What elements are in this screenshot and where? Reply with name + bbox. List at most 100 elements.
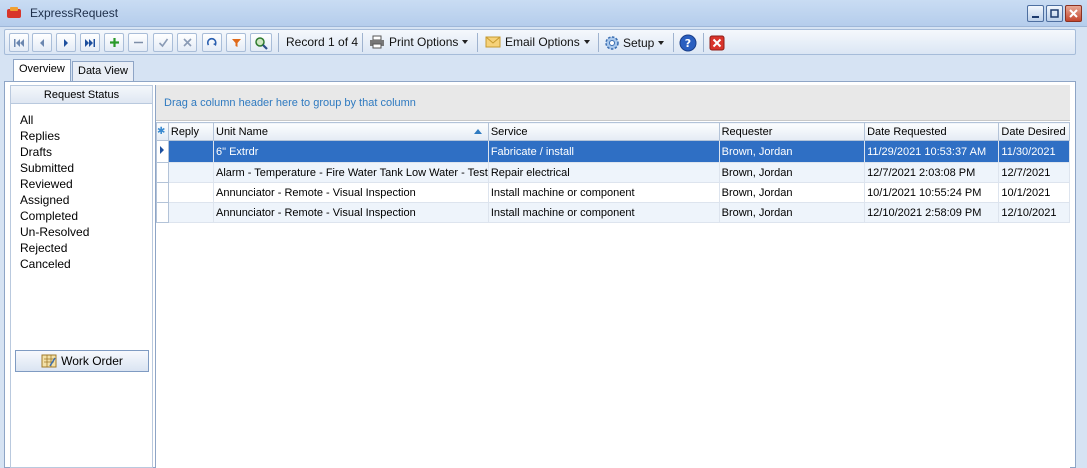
request-status-panel: Request Status All Replies Drafts Submit… <box>10 85 153 468</box>
filter-button[interactable] <box>226 33 246 52</box>
status-item-assigned[interactable]: Assigned <box>20 192 152 208</box>
row-indicator[interactable] <box>156 162 169 183</box>
add-record-button[interactable] <box>104 33 124 52</box>
title-bar: ExpressRequest <box>0 0 1087 27</box>
cell-date-requested[interactable]: 10/1/2021 10:55:24 PM <box>864 182 1000 203</box>
status-item-submitted[interactable]: Submitted <box>20 160 152 176</box>
cell-unit-name[interactable]: Alarm - Temperature - Fire Water Tank Lo… <box>213 162 489 183</box>
status-item-drafts[interactable]: Drafts <box>20 144 152 160</box>
cell-date-requested[interactable]: 12/10/2021 2:58:09 PM <box>864 202 1000 223</box>
row-indicator-header[interactable]: ✱ <box>156 122 169 141</box>
status-item-replies[interactable]: Replies <box>20 128 152 144</box>
cell-requester[interactable]: Brown, Jordan <box>719 140 866 163</box>
row-indicator[interactable] <box>156 202 169 223</box>
print-options-label: Print Options <box>389 35 459 49</box>
first-record-button[interactable] <box>9 33 29 52</box>
cell-date-requested[interactable]: 11/29/2021 10:53:37 AM <box>864 140 1000 163</box>
previous-icon <box>40 38 44 47</box>
setup-label: Setup <box>623 36 655 50</box>
print-options-menu[interactable]: Print Options <box>369 35 469 49</box>
column-header-date-requested[interactable]: Date Requested <box>864 122 1000 141</box>
work-order-icon <box>41 354 57 368</box>
column-header-unit-name[interactable]: Unit Name <box>213 122 489 141</box>
status-item-completed[interactable]: Completed <box>20 208 152 224</box>
toolbar-separator <box>362 33 363 52</box>
tab-overview[interactable]: Overview <box>13 59 71 81</box>
cell-requester[interactable]: Brown, Jordan <box>719 162 866 183</box>
search-button[interactable] <box>250 33 272 52</box>
table-row[interactable]: Annunciator - Remote - Visual Inspection… <box>156 182 1070 203</box>
column-header-requester[interactable]: Requester <box>718 122 866 141</box>
maximize-button[interactable] <box>1046 5 1063 22</box>
toolbar-separator <box>278 33 279 52</box>
cell-date-desired[interactable]: 11/30/2021 <box>998 140 1070 163</box>
status-item-canceled[interactable]: Canceled <box>20 256 152 272</box>
close-window-button[interactable] <box>1065 5 1082 22</box>
cell-date-desired[interactable]: 12/10/2021 <box>998 202 1070 223</box>
cell-date-desired[interactable]: 10/1/2021 <box>998 182 1070 203</box>
cell-reply[interactable] <box>168 202 215 223</box>
app-logo-icon <box>7 7 21 18</box>
toolbar-separator <box>703 33 704 52</box>
status-item-reviewed[interactable]: Reviewed <box>20 176 152 192</box>
help-button[interactable]: ? <box>678 33 698 52</box>
delete-record-button[interactable] <box>128 33 148 52</box>
email-options-label: Email Options <box>505 35 580 49</box>
sort-ascending-icon <box>473 129 482 134</box>
previous-record-button[interactable] <box>32 33 52 52</box>
cell-reply[interactable] <box>168 162 215 183</box>
cell-date-requested[interactable]: 12/7/2021 2:03:08 PM <box>864 162 1000 183</box>
cell-date-desired[interactable]: 12/7/2021 <box>998 162 1070 183</box>
refresh-icon <box>207 37 217 46</box>
cell-service[interactable]: Fabricate / install <box>488 140 720 163</box>
column-header-date-desired[interactable]: Date Desired <box>998 122 1070 141</box>
column-header-service[interactable]: Service <box>487 122 720 141</box>
row-indicator[interactable] <box>156 182 169 203</box>
setup-menu[interactable]: Setup <box>604 35 665 51</box>
status-list: All Replies Drafts Submitted Reviewed As… <box>11 104 152 272</box>
last-record-icon <box>85 38 95 47</box>
dropdown-caret-icon <box>583 40 590 44</box>
email-options-menu[interactable]: Email Options <box>485 35 590 49</box>
requests-table: ✱ Reply Unit Name Service Requester Date… <box>156 122 1070 223</box>
minus-icon <box>133 41 143 44</box>
record-counter: Record 1 of 4 <box>286 35 359 49</box>
refresh-button[interactable] <box>202 33 222 52</box>
group-by-panel[interactable]: Drag a column header here to group by th… <box>156 85 1070 121</box>
status-item-un-resolved[interactable]: Un-Resolved <box>20 224 152 240</box>
cell-service[interactable]: Install machine or component <box>488 182 720 203</box>
cell-unit-name[interactable]: Annunciator - Remote - Visual Inspection <box>213 182 489 203</box>
table-row[interactable]: Alarm - Temperature - Fire Water Tank Lo… <box>156 162 1070 183</box>
next-icon <box>64 38 68 47</box>
status-item-all[interactable]: All <box>20 112 152 128</box>
table-row[interactable]: Annunciator - Remote - Visual Inspection… <box>156 202 1070 223</box>
exit-icon <box>709 35 725 50</box>
window-title: ExpressRequest <box>30 6 119 20</box>
next-record-button[interactable] <box>56 33 76 52</box>
status-item-rejected[interactable]: Rejected <box>20 240 152 256</box>
save-record-button[interactable] <box>153 33 173 52</box>
cell-unit-name[interactable]: Annunciator - Remote - Visual Inspection <box>213 202 489 223</box>
minimize-button[interactable] <box>1027 5 1044 22</box>
last-record-button[interactable] <box>80 33 100 52</box>
column-header-reply[interactable]: Reply <box>167 122 215 141</box>
exit-button[interactable] <box>707 33 727 52</box>
cell-reply[interactable] <box>168 140 215 163</box>
current-row-arrow-icon <box>160 146 164 154</box>
cell-reply[interactable] <box>168 182 215 203</box>
work-order-button[interactable]: Work Order <box>15 350 149 372</box>
minimize-icon <box>1032 16 1039 18</box>
cancel-edit-button[interactable] <box>177 33 197 52</box>
work-order-label: Work Order <box>61 354 123 368</box>
search-icon <box>255 36 268 50</box>
cell-service[interactable]: Install machine or component <box>488 202 720 223</box>
row-indicator[interactable] <box>156 140 169 163</box>
request-status-header: Request Status <box>11 86 152 104</box>
cell-requester[interactable]: Brown, Jordan <box>719 202 866 223</box>
cell-requester[interactable]: Brown, Jordan <box>719 182 866 203</box>
cell-unit-name[interactable]: 6" Extrdr <box>213 140 489 163</box>
table-row[interactable]: 6" Extrdr Fabricate / install Brown, Jor… <box>156 140 1070 163</box>
close-icon <box>1069 9 1078 18</box>
cell-service[interactable]: Repair electrical <box>488 162 720 183</box>
tab-data-view[interactable]: Data View <box>72 61 134 81</box>
